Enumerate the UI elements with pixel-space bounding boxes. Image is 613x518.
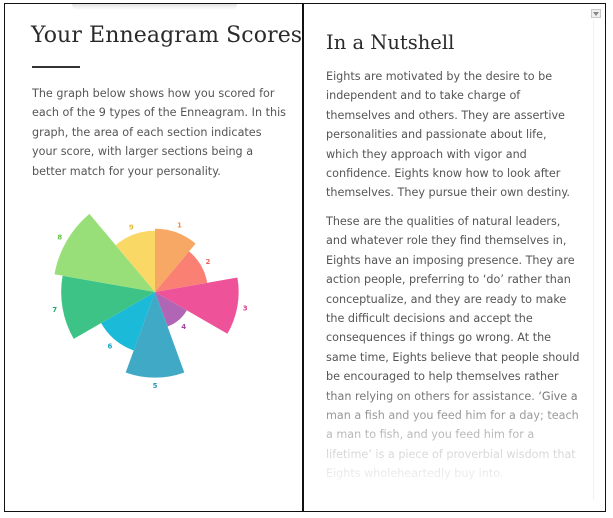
slice-label-7: 7 bbox=[52, 306, 57, 314]
slice-label-9: 9 bbox=[129, 224, 134, 232]
text-fade-overlay bbox=[304, 376, 604, 511]
nutshell-panel[interactable]: In a Nutshell Eights are motivated by th… bbox=[304, 4, 604, 511]
slice-label-4: 4 bbox=[181, 323, 186, 331]
nutshell-title: In a Nutshell bbox=[326, 31, 455, 54]
scores-panel: Your Enneagram Scores The graph below sh… bbox=[5, 4, 302, 511]
slice-label-5: 5 bbox=[153, 382, 158, 390]
slice-label-2: 2 bbox=[205, 258, 210, 266]
scrollbar-track[interactable] bbox=[593, 20, 594, 500]
chevron-down-icon bbox=[593, 12, 599, 16]
enneagram-polar-chart: 1 2 3 4 5 6 7 8 9 bbox=[52, 213, 248, 390]
nutshell-paragraph-1: Eights are motivated by the desire to be… bbox=[326, 70, 570, 200]
slice-label-8: 8 bbox=[57, 234, 62, 242]
slice-label-1: 1 bbox=[177, 222, 182, 230]
slice-label-6: 6 bbox=[107, 342, 112, 350]
slice-label-3: 3 bbox=[243, 304, 248, 312]
scroll-up-button[interactable] bbox=[591, 9, 601, 18]
